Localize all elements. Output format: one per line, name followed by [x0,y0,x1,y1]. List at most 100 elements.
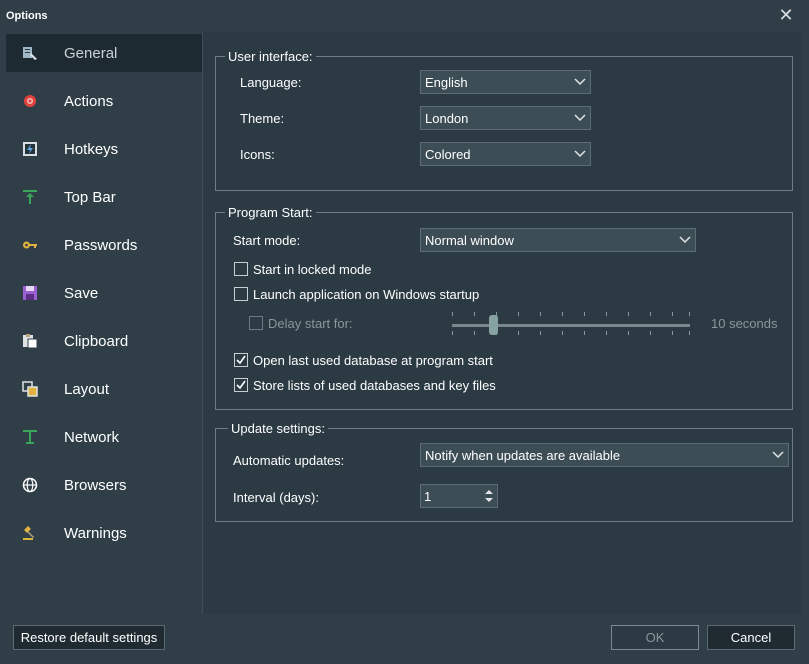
locked-mode-checkbox[interactable] [234,262,248,276]
language-value: English [425,75,468,90]
sidebar-item-clipboard[interactable]: Clipboard [6,322,202,360]
slider-tick [540,312,541,316]
layout-icon [22,381,38,397]
slider-tick [474,312,475,316]
update-settings-group: Update settings: Automatic updates: Noti… [215,421,793,522]
group-legend: Update settings: [228,421,328,436]
locked-mode-label: Start in locked mode [253,262,372,277]
slider-tick [650,331,651,335]
window-title: Options [6,10,48,22]
sidebar-item-label: General [64,45,118,62]
sidebar-item-actions[interactable]: Actions [6,82,202,120]
theme-select[interactable]: London [420,106,591,130]
automatic-updates-label: Automatic updates: [233,453,345,468]
ok-button[interactable]: OK [611,625,699,650]
close-icon[interactable]: ✕ [777,6,795,24]
user-interface-group: User interface: Language: English Theme:… [215,49,793,191]
store-lists-checkbox[interactable] [234,378,248,392]
globe-icon [22,477,38,493]
start-mode-select[interactable]: Normal window [420,228,696,252]
theme-label: Theme: [240,111,285,126]
slider-tick [628,331,629,335]
slider-tick [474,331,475,335]
language-label: Language: [240,75,302,90]
sidebar-item-layout[interactable]: Layout [6,370,202,408]
slider-tick [518,331,519,335]
sidebar-item-passwords[interactable]: Passwords [6,226,202,264]
start-mode-label: Start mode: [233,233,301,248]
slider-tick [452,331,453,335]
network-icon [23,430,37,444]
sidebar-item-general[interactable]: General [6,34,202,72]
slider-thumb[interactable] [489,315,498,335]
slider-tick [689,312,690,316]
program-start-group: Program Start: Start mode: Normal window… [215,205,793,410]
save-icon [23,286,37,300]
sidebar-item-top-bar[interactable]: Top Bar [6,178,202,216]
slider-tick [689,331,690,335]
sidebar-item-hotkeys[interactable]: Hotkeys [6,130,202,168]
slider-tick [650,312,651,316]
slider-tick [628,312,629,316]
open-last-database-checkbox[interactable] [234,353,248,367]
topbar-icon [23,190,37,204]
slider-tick [606,312,607,316]
chevron-down-icon [574,114,586,122]
group-legend: User interface: [225,49,316,64]
sidebar: General Actions Hotkeys Top Bar Password… [0,32,202,614]
options-panel: User interface: Language: English Theme:… [202,32,801,614]
open-last-database-label: Open last used database at program start [253,353,493,368]
general-icon [23,47,37,60]
clipboard-icon [23,334,38,349]
delay-start-checkbox[interactable] [249,316,263,330]
launch-on-startup-checkbox[interactable] [234,287,248,301]
sidebar-item-warnings[interactable]: Warnings [6,514,202,552]
launch-on-startup-label: Launch application on Windows startup [253,287,480,302]
restore-defaults-button[interactable]: Restore default settings [13,625,165,650]
icons-label: Icons: [240,147,275,162]
sidebar-item-label: Warnings [64,525,127,542]
sidebar-item-label: Top Bar [64,189,116,206]
cancel-button[interactable]: Cancel [707,625,795,650]
sidebar-item-save[interactable]: Save [6,274,202,312]
sidebar-item-browsers[interactable]: Browsers [6,466,202,504]
slider-tick [518,312,519,316]
sidebar-item-label: Browsers [64,477,127,494]
sidebar-item-label: Layout [64,381,110,398]
slider-tick [562,312,563,316]
slider-tick [562,331,563,335]
sidebar-item-label: Actions [64,93,114,110]
automatic-updates-value: Notify when updates are available [425,448,621,463]
automatic-updates-select[interactable]: Notify when updates are available [420,443,789,467]
gear-icon [24,95,36,107]
slider-tick [606,331,607,335]
group-legend: Program Start: [225,205,316,220]
delay-start-label: Delay start for: [268,316,353,331]
theme-value: London [425,111,469,126]
slider-tick [540,331,541,335]
stepper-arrows-icon[interactable] [483,487,495,505]
icons-value: Colored [425,147,471,162]
slider-tick [672,312,673,316]
chevron-down-icon [574,150,586,158]
sidebar-item-label: Clipboard [64,333,129,350]
interval-stepper[interactable]: 1 [420,484,498,508]
sidebar-item-label: Network [64,429,120,446]
language-select[interactable]: English [420,70,591,94]
slider-tick [584,312,585,316]
check-icon [236,380,246,390]
sidebar-item-label: Passwords [64,237,138,254]
slider-tick [672,331,673,335]
chevron-down-icon [679,236,691,244]
check-icon [236,355,246,365]
delay-value: 10 seconds [711,316,778,331]
slider-tick [584,331,585,335]
chevron-down-icon [772,451,784,459]
sidebar-item-network[interactable]: Network [6,418,202,456]
icons-select[interactable]: Colored [420,142,591,166]
store-lists-label: Store lists of used databases and key fi… [253,378,496,393]
interval-value: 1 [424,489,432,504]
sidebar-item-label: Hotkeys [64,141,119,158]
gavel-icon [23,526,34,540]
interval-label: Interval (days): [233,490,319,505]
